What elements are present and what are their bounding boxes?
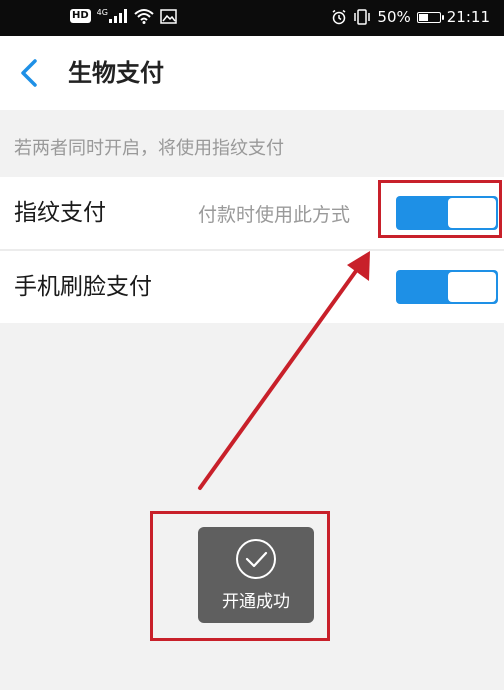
success-toast: 开通成功	[198, 527, 314, 623]
check-circle-icon	[236, 539, 276, 579]
toast-message: 开通成功	[222, 592, 290, 612]
